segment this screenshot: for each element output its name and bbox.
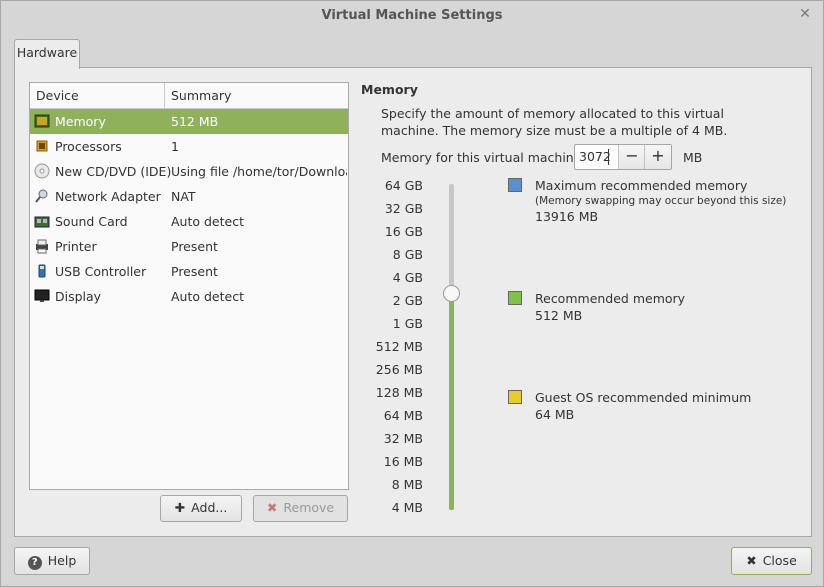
- max-recommended-title: Maximum recommended memory: [535, 178, 748, 193]
- plus-icon: ✚: [174, 500, 186, 515]
- device-name: Printer: [55, 239, 97, 254]
- decrement-button[interactable]: −: [618, 145, 645, 169]
- memory-input[interactable]: 3072: [579, 149, 611, 164]
- max-recommended-value: 13916 MB: [535, 209, 599, 224]
- sound-card-icon: [34, 213, 50, 229]
- display-icon: [34, 288, 50, 304]
- memory-unit-label: MB: [683, 150, 703, 165]
- device-list: Device Summary Memory 512 MB Processors …: [29, 82, 349, 490]
- close-button[interactable]: ✖ Close: [731, 547, 812, 575]
- memory-spinbox[interactable]: 3072 − +: [574, 144, 672, 170]
- device-summary: Present: [171, 264, 218, 279]
- device-summary: Using file /home/tor/Downloads/: [171, 164, 347, 179]
- column-header-device[interactable]: Device: [36, 88, 79, 103]
- guest-minimum-title: Guest OS recommended minimum: [535, 390, 752, 405]
- device-row-processors[interactable]: Processors 1: [30, 134, 348, 159]
- device-row-display[interactable]: Display Auto detect: [30, 284, 348, 309]
- device-name: Display: [55, 289, 102, 304]
- device-row-network-adapter[interactable]: Network Adapter NAT: [30, 184, 348, 209]
- device-row-usb-controller[interactable]: USB Controller Present: [30, 259, 348, 284]
- add-button-label: Add...: [191, 500, 228, 515]
- recommended-swatch: [508, 291, 522, 305]
- usb-controller-icon: [34, 263, 50, 279]
- recommended-value: 512 MB: [535, 308, 583, 323]
- guest-minimum-value: 64 MB: [535, 407, 575, 422]
- text-cursor: [608, 149, 609, 165]
- scale-label: 32 MB: [383, 431, 423, 446]
- increment-button[interactable]: +: [644, 145, 671, 169]
- scale-label: 1 GB: [392, 316, 423, 331]
- device-summary: 512 MB: [171, 114, 219, 129]
- scale-label: 256 MB: [375, 362, 423, 377]
- memory-chip-icon: [34, 113, 50, 129]
- network-adapter-icon: [34, 188, 50, 204]
- device-name: Processors: [55, 139, 122, 154]
- scale-label: 16 GB: [384, 224, 423, 239]
- scale-label: 4 MB: [391, 500, 423, 515]
- help-button-label: Help: [47, 553, 77, 568]
- memory-slider[interactable]: [443, 184, 460, 510]
- device-name: Network Adapter: [55, 189, 161, 204]
- device-row-memory[interactable]: Memory 512 MB: [30, 109, 348, 134]
- device-row-sound-card[interactable]: Sound Card Auto detect: [30, 209, 348, 234]
- memory-slider-thumb[interactable]: [443, 285, 460, 302]
- column-separator: [164, 83, 165, 108]
- scale-label: 4 GB: [392, 270, 423, 285]
- memory-field-label: Memory for this virtual machine:: [381, 150, 586, 165]
- device-list-header: Device Summary: [30, 83, 348, 109]
- device-summary: 1: [171, 139, 179, 154]
- device-summary: Auto detect: [171, 214, 244, 229]
- printer-icon: [34, 238, 50, 254]
- device-row-cd-dvd[interactable]: New CD/DVD (IDE) Using file /home/tor/Do…: [30, 159, 348, 184]
- add-device-button[interactable]: ✚ Add...: [160, 495, 242, 522]
- scale-label: 128 MB: [375, 385, 423, 400]
- scale-label: 2 GB: [392, 293, 423, 308]
- device-name: Sound Card: [55, 214, 128, 229]
- close-x-icon: ✖: [746, 553, 757, 568]
- processor-icon: [34, 138, 50, 154]
- device-summary: Auto detect: [171, 289, 244, 304]
- remove-button-label: Remove: [283, 500, 335, 515]
- memory-section-title: Memory: [361, 82, 418, 97]
- memory-description: Specify the amount of memory allocated t…: [381, 106, 728, 138]
- scale-label: 512 MB: [375, 339, 423, 354]
- device-name: Memory: [55, 114, 106, 129]
- scale-label: 8 GB: [392, 247, 423, 262]
- window-title: Virtual Machine Settings: [321, 8, 503, 23]
- guest-minimum-swatch: [508, 390, 522, 404]
- max-recommended-swatch: [508, 178, 522, 192]
- close-button-label: Close: [762, 553, 797, 568]
- scale-label: 16 MB: [383, 454, 423, 469]
- help-button[interactable]: ? Help: [14, 547, 90, 575]
- cd-dvd-icon: [34, 163, 50, 179]
- remove-x-icon: ✖: [266, 500, 278, 515]
- hardware-panel: Device Summary Memory 512 MB Processors …: [14, 67, 812, 537]
- memory-slider-fill: [449, 292, 454, 510]
- device-summary: Present: [171, 239, 218, 254]
- vm-settings-window: Virtual Machine Settings ✕ Hardware Devi…: [0, 0, 824, 587]
- column-header-summary[interactable]: Summary: [171, 88, 231, 103]
- max-recommended-note: (Memory swapping may occur beyond this s…: [535, 195, 787, 207]
- scale-label: 64 GB: [384, 178, 423, 193]
- tab-hardware[interactable]: Hardware: [14, 39, 80, 69]
- memory-scale: 64 GB 32 GB 16 GB 8 GB 4 GB 2 GB 1 GB 51…: [369, 178, 423, 523]
- close-icon[interactable]: ✕: [797, 6, 813, 22]
- device-summary: NAT: [171, 189, 196, 204]
- device-name: New CD/DVD (IDE): [55, 164, 172, 179]
- scale-label: 64 MB: [383, 408, 423, 423]
- device-row-printer[interactable]: Printer Present: [30, 234, 348, 259]
- device-name: USB Controller: [55, 264, 147, 279]
- scale-label: 8 MB: [391, 477, 423, 492]
- recommended-title: Recommended memory: [535, 291, 686, 306]
- remove-device-button[interactable]: ✖ Remove: [253, 495, 348, 522]
- help-icon: ?: [27, 556, 42, 570]
- scale-label: 32 GB: [384, 201, 423, 216]
